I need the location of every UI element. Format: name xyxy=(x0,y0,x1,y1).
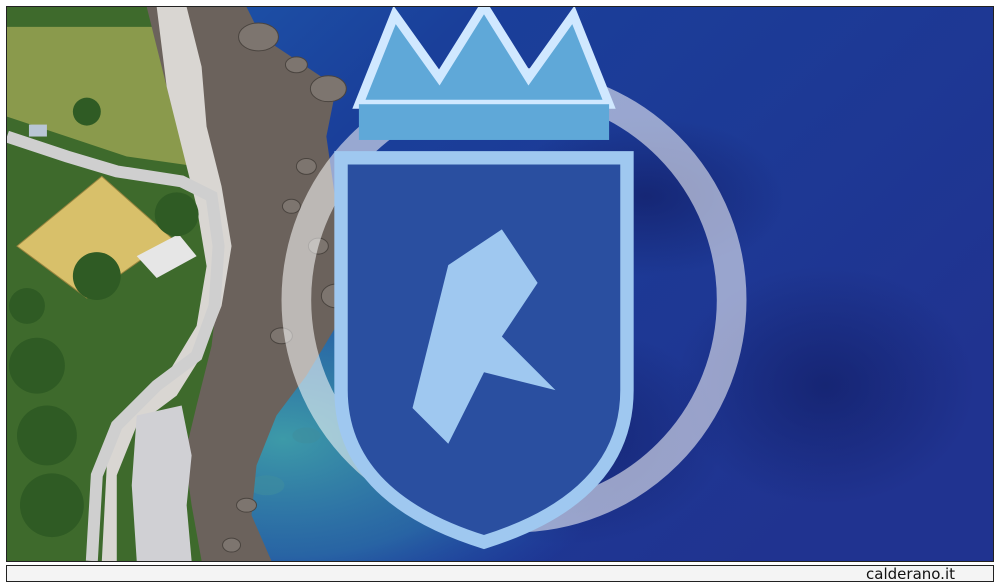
aerial-photo xyxy=(6,6,994,562)
caption-bar: calderano.it xyxy=(6,565,994,583)
image-frame: calderano.it xyxy=(0,0,1000,586)
site-watermark: calderano.it xyxy=(866,565,955,583)
town-crest-icon xyxy=(334,7,634,550)
